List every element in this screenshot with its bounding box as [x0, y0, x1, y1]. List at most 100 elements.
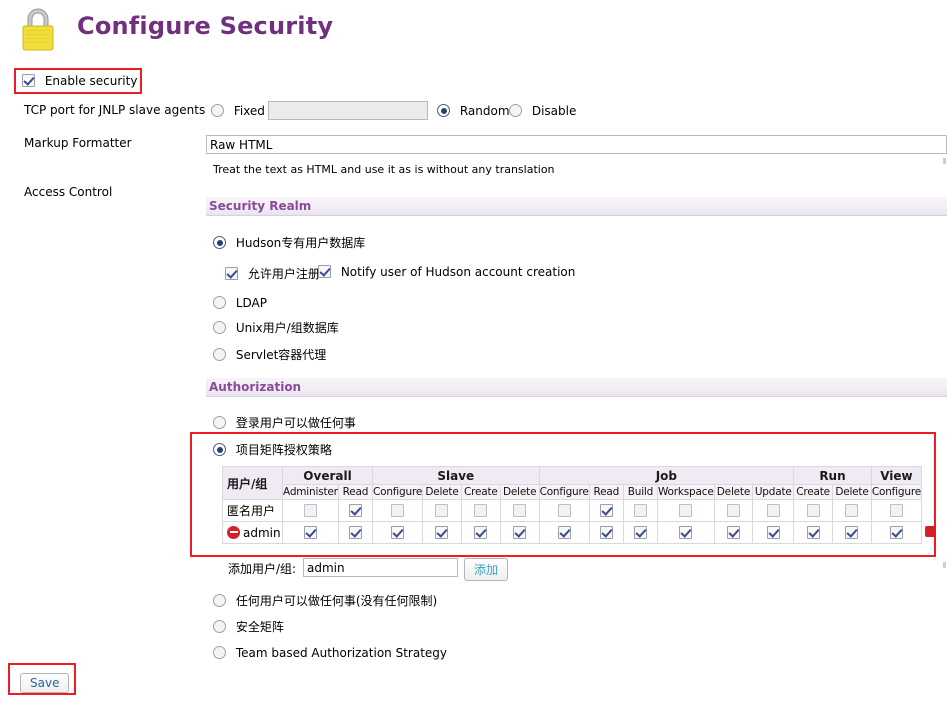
- jnlp-fixed-radio[interactable]: [211, 104, 224, 117]
- permission-checkbox[interactable]: [391, 503, 405, 517]
- permission-cell[interactable]: [371, 499, 424, 522]
- save-button[interactable]: Save: [20, 673, 70, 693]
- permission-cell[interactable]: [282, 499, 339, 522]
- permission-checkbox[interactable]: [599, 525, 613, 539]
- jnlp-disable-radio[interactable]: [509, 104, 522, 117]
- authorization-option-anyone[interactable]: 任何用户可以做任何事(没有任何限制): [213, 592, 437, 609]
- security-realm-option-unix[interactable]: Unix用户/组数据库: [213, 319, 339, 336]
- permission-checkbox[interactable]: [633, 503, 647, 517]
- permission-checkbox[interactable]: [766, 503, 780, 517]
- permission-checkbox[interactable]: [303, 503, 317, 517]
- scrollbar-tick[interactable]: [943, 562, 946, 568]
- permission-cell[interactable]: [713, 499, 754, 522]
- permission-checkbox[interactable]: [679, 525, 693, 539]
- jnlp-disable-option[interactable]: Disable: [509, 104, 576, 118]
- permission-checkbox[interactable]: [806, 503, 820, 517]
- permission-cell[interactable]: [656, 499, 715, 522]
- permission-cell[interactable]: [460, 521, 501, 544]
- security-realm-option-ldap[interactable]: LDAP: [213, 296, 267, 310]
- permission-cell[interactable]: [460, 499, 501, 522]
- authorization-radio-project-matrix[interactable]: [213, 443, 226, 456]
- authorization-radio-logged-in[interactable]: [213, 416, 226, 429]
- add-user-input[interactable]: [303, 558, 458, 577]
- security-realm-option-hudson-db[interactable]: Hudson专有用户数据库: [213, 234, 365, 251]
- permission-cell[interactable]: [793, 521, 834, 544]
- permission-cell[interactable]: [832, 499, 872, 522]
- delete-user-icon[interactable]: [925, 526, 936, 537]
- security-realm-radio-servlet[interactable]: [213, 348, 226, 361]
- permission-checkbox[interactable]: [435, 525, 449, 539]
- authorization-label-project-matrix: 项目矩阵授权策略: [235, 443, 332, 457]
- security-realm-radio-hudson-db[interactable]: [213, 236, 226, 249]
- permission-checkbox[interactable]: [513, 525, 527, 539]
- permission-checkbox[interactable]: [303, 525, 317, 539]
- jnlp-fixed-port-input[interactable]: [268, 101, 428, 120]
- permission-checkbox[interactable]: [889, 503, 903, 517]
- allow-signup-checkbox[interactable]: [225, 267, 238, 280]
- permission-checkbox[interactable]: [557, 525, 571, 539]
- remove-user-icon[interactable]: [227, 525, 240, 539]
- permission-cell[interactable]: [752, 521, 795, 544]
- permission-cell[interactable]: [538, 499, 590, 522]
- permission-checkbox[interactable]: [513, 503, 527, 517]
- authorization-option-project-matrix[interactable]: 项目矩阵授权策略: [213, 441, 332, 458]
- jnlp-fixed-option[interactable]: Fixed :: [211, 104, 273, 118]
- enable-security-row[interactable]: Enable security: [22, 74, 137, 88]
- permission-cell[interactable]: [832, 521, 872, 544]
- authorization-radio-matrix[interactable]: [213, 620, 226, 633]
- permission-checkbox[interactable]: [435, 503, 449, 517]
- permission-checkbox[interactable]: [679, 503, 693, 517]
- scrollbar-tick[interactable]: [943, 158, 946, 164]
- permission-cell[interactable]: [538, 521, 590, 544]
- permission-cell[interactable]: [793, 499, 834, 522]
- permission-checkbox[interactable]: [474, 525, 488, 539]
- security-realm-option-servlet[interactable]: Servlet容器代理: [213, 346, 326, 363]
- permission-cell[interactable]: [422, 499, 462, 522]
- permission-cell[interactable]: [588, 521, 624, 544]
- permission-checkbox[interactable]: [557, 503, 571, 517]
- permission-checkbox[interactable]: [599, 503, 613, 517]
- authorization-option-logged-in[interactable]: 登录用户可以做任何事: [213, 414, 356, 431]
- authorization-option-matrix[interactable]: 安全矩阵: [213, 618, 284, 635]
- permission-cell[interactable]: [337, 521, 374, 544]
- permission-checkbox[interactable]: [845, 525, 859, 539]
- permission-checkbox[interactable]: [474, 503, 488, 517]
- jnlp-random-option[interactable]: Random: [437, 104, 510, 118]
- permission-checkbox[interactable]: [391, 525, 405, 539]
- notify-user-checkbox[interactable]: [318, 265, 331, 278]
- permission-checkbox[interactable]: [845, 503, 859, 517]
- permission-cell[interactable]: [870, 499, 923, 522]
- permission-cell[interactable]: [337, 499, 374, 522]
- permission-cell[interactable]: [499, 521, 540, 544]
- markup-formatter-input[interactable]: [206, 135, 947, 154]
- permission-checkbox[interactable]: [633, 525, 647, 539]
- authorization-option-team-based[interactable]: Team based Authorization Strategy: [213, 646, 447, 660]
- permission-checkbox[interactable]: [348, 503, 362, 517]
- allow-signup-row[interactable]: 允许用户注册: [225, 265, 320, 282]
- permission-checkbox[interactable]: [766, 525, 780, 539]
- add-user-button[interactable]: 添加: [464, 558, 509, 581]
- permission-cell[interactable]: [870, 521, 923, 544]
- authorization-radio-anyone[interactable]: [213, 594, 226, 607]
- jnlp-random-radio[interactable]: [437, 104, 450, 117]
- permission-cell[interactable]: [622, 499, 658, 522]
- permission-checkbox[interactable]: [348, 525, 362, 539]
- permission-cell[interactable]: [422, 521, 462, 544]
- permission-cell[interactable]: [752, 499, 795, 522]
- notify-user-row[interactable]: Notify user of Hudson account creation: [318, 265, 575, 279]
- permission-cell[interactable]: [713, 521, 754, 544]
- permission-cell[interactable]: [588, 499, 624, 522]
- permission-cell[interactable]: [622, 521, 658, 544]
- permission-checkbox[interactable]: [726, 525, 740, 539]
- permission-checkbox[interactable]: [806, 525, 820, 539]
- permission-cell[interactable]: [282, 521, 339, 544]
- security-realm-radio-unix[interactable]: [213, 321, 226, 334]
- permission-cell[interactable]: [499, 499, 540, 522]
- security-realm-radio-ldap[interactable]: [213, 296, 226, 309]
- enable-security-checkbox[interactable]: [22, 74, 35, 87]
- permission-cell[interactable]: [656, 521, 715, 544]
- authorization-radio-team-based[interactable]: [213, 646, 226, 659]
- permission-checkbox[interactable]: [889, 525, 903, 539]
- permission-checkbox[interactable]: [726, 503, 740, 517]
- permission-cell[interactable]: [371, 521, 424, 544]
